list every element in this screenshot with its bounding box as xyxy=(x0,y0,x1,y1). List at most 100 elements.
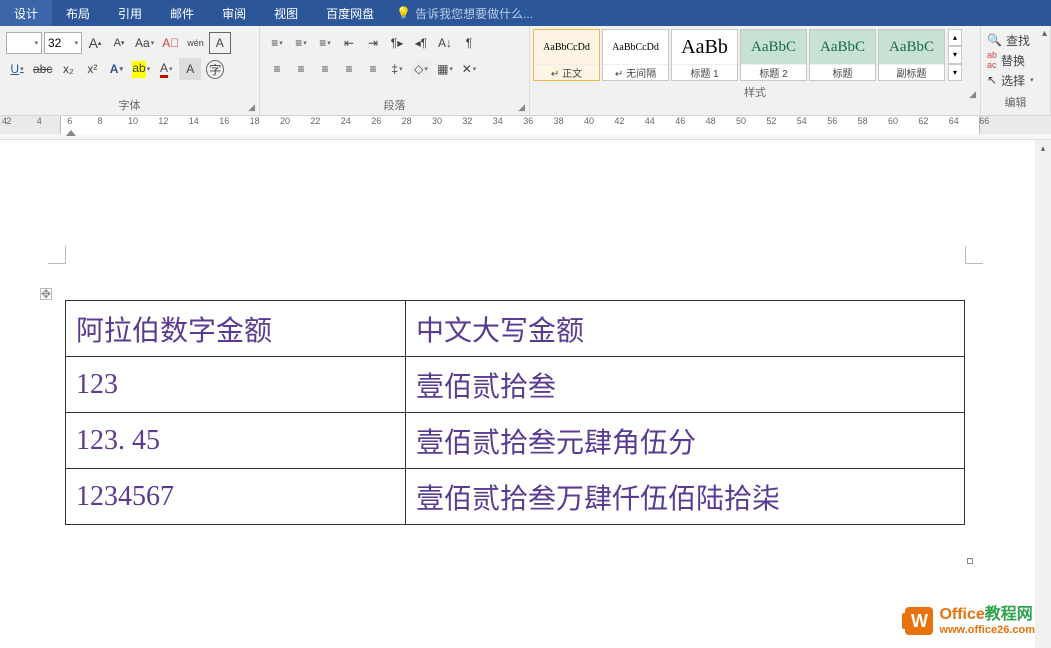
sort-button[interactable]: A↓ xyxy=(434,32,456,54)
table-anchor-icon[interactable]: ✥ xyxy=(40,288,52,300)
cell-chinese[interactable]: 壹佰贰拾叁元肆角伍分 xyxy=(406,413,965,469)
table-row[interactable]: 123. 45壹佰贰拾叁元肆角伍分 xyxy=(66,413,965,469)
indent-marker-icon[interactable] xyxy=(66,130,76,136)
font-dialog-launcher-icon[interactable]: ◢ xyxy=(248,102,255,113)
numbering-button[interactable]: ≡▾ xyxy=(290,32,312,54)
ltr-button[interactable]: ¶▸ xyxy=(386,32,408,54)
change-case-button[interactable]: Aa▾ xyxy=(132,32,157,54)
align-right-button[interactable]: ≡ xyxy=(314,58,336,80)
align-left-button[interactable]: ≡ xyxy=(266,58,288,80)
increase-indent-button[interactable]: ⇥ xyxy=(362,32,384,54)
tab-layout[interactable]: 布局 xyxy=(52,0,104,26)
menu-bar: 设计 布局 引用 邮件 审阅 视图 百度网盘 💡 告诉我您想要做什么... xyxy=(0,0,1051,26)
para-dialog-launcher-icon[interactable]: ◢ xyxy=(518,102,525,113)
find-button[interactable]: 🔍查找 xyxy=(987,30,1044,50)
ribbon: ▴ ▾ 32▾ A▴ A▾ Aa▾ A⃠ wén A U▾ abc x₂ x² … xyxy=(0,26,1051,116)
highlight-button[interactable]: ab▾ xyxy=(129,58,153,80)
style-item-2[interactable]: AaBb标题 1 xyxy=(671,29,738,81)
clear-format-button[interactable]: A⃠ xyxy=(159,32,182,54)
line-spacing-button[interactable]: ‡▾ xyxy=(386,58,408,80)
tab-baidu[interactable]: 百度网盘 xyxy=(312,0,388,26)
styles-group-label: 样式◢ xyxy=(530,84,980,102)
style-item-1[interactable]: AaBbCcDd↵ 无间隔 xyxy=(602,29,669,81)
enclose-char-button[interactable]: 字 xyxy=(203,58,227,80)
borders-button[interactable]: ▦▾ xyxy=(434,58,456,80)
font-group-label: 字体◢ xyxy=(0,97,259,115)
paragraph-group-label: 段落◢ xyxy=(260,97,529,115)
style-item-3[interactable]: AaBbC标题 2 xyxy=(740,29,807,81)
cell-chinese[interactable]: 壹佰贰拾叁 xyxy=(406,357,965,413)
horizontal-ruler[interactable]: 2468101214161820222426283032343638404244… xyxy=(0,116,1051,140)
cell-arabic[interactable]: 1234567 xyxy=(66,469,406,525)
font-color-button[interactable]: A▾ xyxy=(155,58,177,80)
word-icon: W xyxy=(905,607,933,635)
underline-button[interactable]: U▾ xyxy=(6,58,28,80)
subscript-button[interactable]: x₂ xyxy=(57,58,79,80)
decrease-indent-button[interactable]: ⇤ xyxy=(338,32,360,54)
font-group: ▾ 32▾ A▴ A▾ Aa▾ A⃠ wén A U▾ abc x₂ x² A▾… xyxy=(0,26,260,115)
styles-group: AaBbCcDd↵ 正文AaBbCcDd↵ 无间隔AaBb标题 1AaBbC标题… xyxy=(530,26,981,115)
superscript-button[interactable]: x² xyxy=(81,58,103,80)
cell-arabic[interactable]: 123. 45 xyxy=(66,413,406,469)
shading-button[interactable]: ◇▾ xyxy=(410,58,432,80)
select-button[interactable]: ↖选择▾ xyxy=(987,70,1044,90)
margin-corner-tr xyxy=(965,246,983,264)
cursor-icon: ↖ xyxy=(987,73,997,87)
vertical-scrollbar[interactable]: ▴ xyxy=(1035,140,1051,648)
style-item-4[interactable]: AaBbC标题 xyxy=(809,29,876,81)
justify-button[interactable]: ≡ xyxy=(338,58,360,80)
tab-view[interactable]: 视图 xyxy=(260,0,312,26)
style-scroll-up-icon[interactable]: ▴ xyxy=(948,29,962,46)
cell-arabic[interactable]: 阿拉伯数字金额 xyxy=(66,301,406,357)
search-icon: 🔍 xyxy=(987,33,1002,47)
scroll-up-icon[interactable]: ▴ xyxy=(1035,140,1051,156)
style-gallery: AaBbCcDd↵ 正文AaBbCcDd↵ 无间隔AaBb标题 1AaBbC标题… xyxy=(530,26,948,84)
style-item-5[interactable]: AaBbC副标题 xyxy=(878,29,945,81)
document-area: ✥ 阿拉伯数字金额中文大写金额123壹佰贰拾叁123. 45壹佰贰拾叁元肆角伍分… xyxy=(0,140,1051,648)
cell-arabic[interactable]: 123 xyxy=(66,357,406,413)
rtl-button[interactable]: ◂¶ xyxy=(410,32,432,54)
text-effects-button[interactable]: A▾ xyxy=(105,58,127,80)
char-border-button[interactable]: A xyxy=(209,32,231,54)
char-shading-button[interactable]: A xyxy=(179,58,201,80)
grow-font-button[interactable]: A▴ xyxy=(84,32,106,54)
show-marks-button[interactable]: ¶ xyxy=(458,32,480,54)
table-row[interactable]: 1234567壹佰贰拾叁万肆仟伍佰陆拾柒 xyxy=(66,469,965,525)
replace-icon: abac xyxy=(987,50,997,70)
style-expand-icon[interactable]: ▾ xyxy=(948,64,962,81)
font-size-combo[interactable]: 32▾ xyxy=(44,32,82,54)
editing-group: 🔍查找 abac替换 ↖选择▾ 编辑 xyxy=(981,26,1051,115)
tab-review[interactable]: 审阅 xyxy=(208,0,260,26)
style-gallery-scroll: ▴ ▾ ▾ xyxy=(948,29,962,81)
table-row[interactable]: 阿拉伯数字金额中文大写金额 xyxy=(66,301,965,357)
tell-me-search[interactable]: 💡 告诉我您想要做什么... xyxy=(396,5,533,22)
lightbulb-icon: 💡 xyxy=(396,6,411,20)
tab-references[interactable]: 引用 xyxy=(104,0,156,26)
style-scroll-down-icon[interactable]: ▾ xyxy=(948,46,962,63)
font-name-combo[interactable]: ▾ xyxy=(6,32,42,54)
replace-button[interactable]: abac替换 xyxy=(987,50,1044,70)
ribbon-collapse-icon[interactable]: ▴ xyxy=(1042,28,1047,39)
editing-group-label: 编辑 xyxy=(981,94,1050,112)
snap-button[interactable]: ✕▾ xyxy=(458,58,480,80)
paragraph-group: ≡▾ ≡▾ ≡▾ ⇤ ⇥ ¶▸ ◂¶ A↓ ¶ ≡ ≡ ≡ ≡ ≡ ‡▾ ◇▾ … xyxy=(260,26,530,115)
strike-button[interactable]: abc xyxy=(30,58,55,80)
margin-corner-tl xyxy=(48,246,66,264)
align-center-button[interactable]: ≡ xyxy=(290,58,312,80)
tab-mailings[interactable]: 邮件 xyxy=(156,0,208,26)
bullets-button[interactable]: ≡▾ xyxy=(266,32,288,54)
cell-chinese[interactable]: 中文大写金额 xyxy=(406,301,965,357)
shrink-font-button[interactable]: A▾ xyxy=(108,32,130,54)
distribute-button[interactable]: ≡ xyxy=(362,58,384,80)
style-item-0[interactable]: AaBbCcDd↵ 正文 xyxy=(533,29,600,81)
cell-chinese[interactable]: 壹佰贰拾叁万肆仟伍佰陆拾柒 xyxy=(406,469,965,525)
table-resize-handle[interactable] xyxy=(967,558,973,564)
multilevel-button[interactable]: ≡▾ xyxy=(314,32,336,54)
table-row[interactable]: 123壹佰贰拾叁 xyxy=(66,357,965,413)
tab-design[interactable]: 设计 xyxy=(0,0,52,26)
styles-dialog-launcher-icon[interactable]: ◢ xyxy=(969,89,976,100)
tell-me-placeholder: 告诉我您想要做什么... xyxy=(415,5,533,22)
phonetic-guide-button[interactable]: wén xyxy=(184,32,207,54)
watermark-logo: W Office教程网 www.office26.com xyxy=(905,606,1035,636)
document-table[interactable]: 阿拉伯数字金额中文大写金额123壹佰贰拾叁123. 45壹佰贰拾叁元肆角伍分12… xyxy=(65,300,965,525)
